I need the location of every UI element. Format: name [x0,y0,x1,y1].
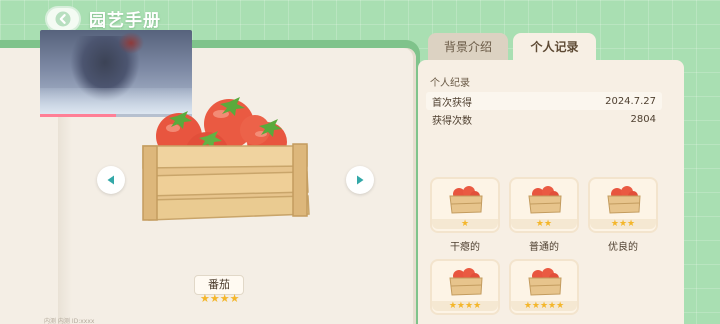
quality-card-perfect[interactable]: ★★★★★ [509,259,579,315]
quality-card-withered[interactable]: ★ [430,177,500,233]
triangle-right-icon [357,175,364,185]
tab-background[interactable]: 背景介绍 [428,33,508,63]
tomato-crate-icon [449,186,483,214]
red-accent [118,32,144,54]
video-progress-fill [40,114,116,117]
tomato-crate-image [142,97,310,221]
record-value: 2024.7.27 [605,95,656,107]
record-row-first-obtained: 首次获得 2024.7.27 [426,92,662,110]
quality-stars: ★★★ [590,219,656,229]
tomato-crate-icon [449,268,483,296]
quality-card-excellent[interactable]: ★★★★ [430,259,500,315]
page-title: 园艺手册 [89,11,161,31]
tomato-crate-icon [528,186,562,214]
tomato-crate-icon [528,268,562,296]
star-icon: ★★★★ [200,292,240,305]
record-heading: 个人纪录 [430,78,470,89]
record-value: 2804 [630,113,656,125]
garden-handbook-screen: 园艺手册 番茄 ★★★★ 内测 内测 ID:xxxx 背景介绍 个人记录 个人纪… [0,0,720,324]
quality-stars: ★★ [511,219,577,229]
record-label: 获得次数 [432,115,472,127]
quality-label: 优良的 [608,242,638,253]
next-item-button[interactable] [346,166,374,194]
quality-stars: ★★★★★ [511,301,577,311]
triangle-left-icon [107,175,114,185]
item-rarity-stars: ★★★★ [200,293,239,305]
quality-stars: ★★★★ [432,301,498,311]
previous-item-button[interactable] [97,166,125,194]
quality-card-normal[interactable]: ★★ [509,177,579,233]
quality-stars: ★ [432,219,498,229]
back-button[interactable] [45,6,81,32]
record-label: 首次获得 [432,97,472,109]
tab-personal-record[interactable]: 个人记录 [513,33,596,63]
quality-label: 干瘪的 [450,242,480,253]
record-row-obtain-count: 获得次数 2804 [426,110,662,128]
quality-label: 普通的 [529,242,559,253]
watermark-text: 内测 内测 ID:xxxx [44,318,95,324]
tomato-crate-icon [607,186,641,214]
quality-card-good[interactable]: ★★★ [588,177,658,233]
chevron-left-icon [55,11,71,27]
